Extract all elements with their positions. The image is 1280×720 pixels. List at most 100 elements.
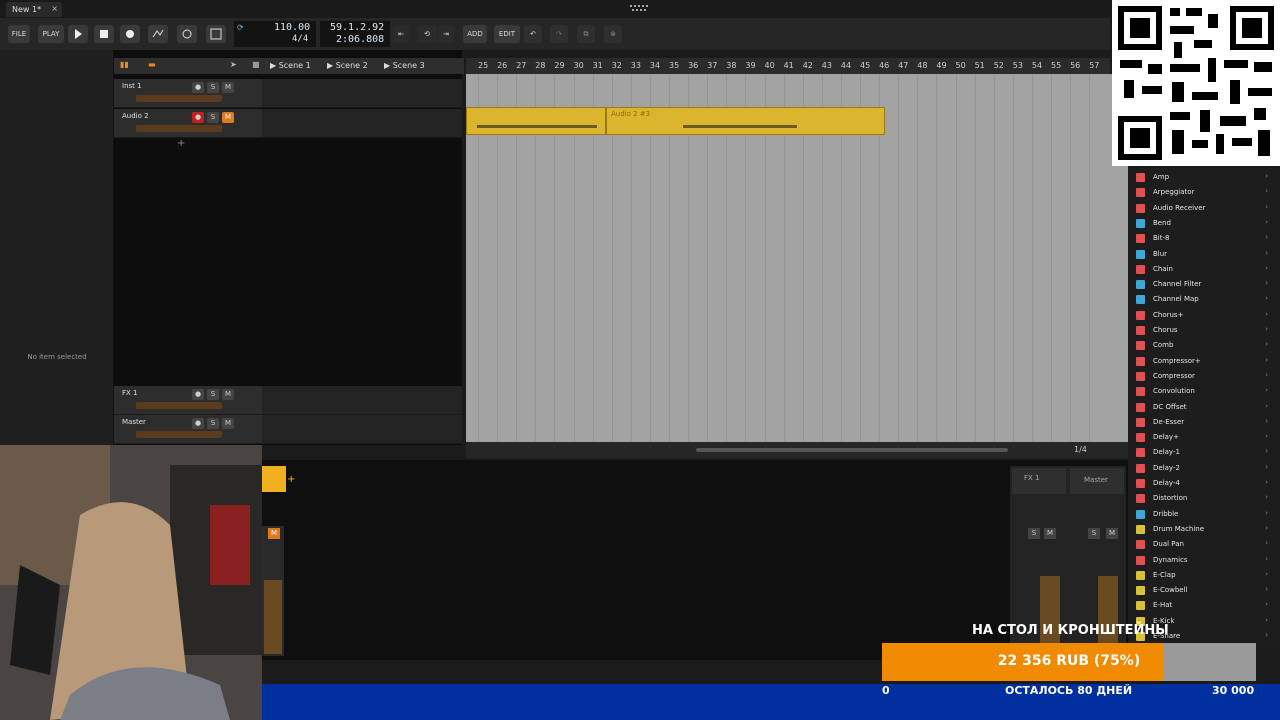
browser-item[interactable]: Delay-1 › <box>1136 445 1276 460</box>
mute-button[interactable]: M <box>222 112 234 123</box>
browser-item[interactable]: Blur › <box>1136 247 1276 262</box>
browser-item[interactable]: Delay-4 › <box>1136 476 1276 491</box>
scene-3[interactable]: ▶ Scene 3 <box>384 61 425 70</box>
browser-item[interactable]: Channel Filter › <box>1136 277 1276 292</box>
volume-slider[interactable] <box>136 431 222 438</box>
tab-new-1[interactable]: New 1* × <box>6 2 62 17</box>
arm-button[interactable]: ● <box>192 418 204 429</box>
redo-button[interactable]: ↷ <box>550 25 568 43</box>
fx-1-header[interactable]: FX 1 <box>1012 468 1066 494</box>
solo-button[interactable]: S <box>1088 528 1100 539</box>
volume-slider[interactable] <box>136 125 222 132</box>
track-fx-1[interactable]: FX 1 ● S M <box>114 386 262 415</box>
delete-button[interactable]: ⊗ <box>604 25 622 43</box>
audio-clip[interactable] <box>466 107 606 135</box>
tempo-value[interactable]: 110.00 <box>274 22 310 33</box>
browser-item[interactable]: DC Offset › <box>1136 400 1276 415</box>
stop-button[interactable] <box>94 25 114 43</box>
browser-item[interactable]: E-Cowbell › <box>1136 583 1276 598</box>
browser-item[interactable]: Compressor › <box>1136 369 1276 384</box>
play-button[interactable] <box>68 25 88 43</box>
horizontal-scrollbar[interactable] <box>696 448 1008 452</box>
add-button[interactable]: ADD <box>463 25 487 43</box>
browser-item[interactable]: Chorus › <box>1136 323 1276 338</box>
browser-item[interactable]: Arpeggiator › <box>1136 185 1276 200</box>
mute-button[interactable]: M <box>222 82 234 93</box>
track-audio-2[interactable]: Audio 2 ● S M <box>114 109 262 138</box>
volume-slider[interactable] <box>136 95 222 102</box>
browser-item[interactable]: Dynamics › <box>1136 553 1276 568</box>
overdub-button[interactable] <box>177 25 197 43</box>
browser-item[interactable]: Bit-8 › <box>1136 231 1276 246</box>
clip-slots-audio-2[interactable] <box>262 109 462 138</box>
master-header[interactable]: Master <box>1070 468 1124 494</box>
track-name[interactable]: Audio 2 <box>122 112 149 120</box>
browser-item[interactable]: Comb › <box>1136 338 1276 353</box>
copy-button[interactable]: ⧉ <box>577 25 595 43</box>
solo-button[interactable]: S <box>1028 528 1040 539</box>
track-name[interactable]: Master <box>122 418 146 426</box>
arrangement-area[interactable]: Audio 2 #3 <box>466 74 1128 442</box>
browser-item[interactable]: Bend › <box>1136 216 1276 231</box>
volume-slider[interactable] <box>136 402 222 409</box>
audio-clip[interactable]: Audio 2 #3 <box>606 107 885 135</box>
browser-item[interactable]: De-Esser › <box>1136 415 1276 430</box>
mute-button[interactable]: M <box>1044 528 1056 539</box>
mute-button[interactable]: M <box>222 389 234 400</box>
solo-button[interactable]: S <box>207 418 219 429</box>
undo-button[interactable]: ↶ <box>524 25 542 43</box>
clip-slots-master[interactable] <box>262 415 462 444</box>
arm-button[interactable]: ● <box>192 112 204 123</box>
browser-item[interactable]: E-Clap › <box>1136 568 1276 583</box>
add-icon[interactable]: + <box>287 474 295 485</box>
stop-all-icon[interactable]: ■ <box>252 60 260 69</box>
play-mode-button[interactable]: PLAY <box>38 25 64 43</box>
file-button[interactable]: FILE <box>8 25 30 43</box>
tempo-display[interactable]: ⟳ 110.00 4/4 <box>234 21 316 47</box>
grip-icon[interactable] <box>630 4 650 14</box>
track-master[interactable]: Master ● S M <box>114 415 262 444</box>
mute-button[interactable]: M <box>268 528 280 539</box>
arm-button[interactable]: ● <box>192 82 204 93</box>
scene-1[interactable]: ▶ Scene 1 <box>270 61 311 70</box>
track-inst-1[interactable]: Inst 1 ● S M <box>114 79 262 108</box>
position-display[interactable]: 59.1.2.92 2:06.808 <box>320 21 390 47</box>
punch-in-button[interactable]: ⇤ <box>393 25 409 43</box>
track-strip[interactable]: M <box>262 526 284 656</box>
pointer-icon[interactable]: ➤ <box>230 60 237 69</box>
browser-item[interactable]: Chorus+ › <box>1136 308 1276 323</box>
browser-item[interactable]: Delay+ › <box>1136 430 1276 445</box>
solo-button[interactable]: S <box>207 82 219 93</box>
solo-button[interactable]: S <box>207 389 219 400</box>
browser-item[interactable]: Compressor+ › <box>1136 354 1276 369</box>
time-signature[interactable]: 4/4 <box>292 34 308 44</box>
edit-button[interactable]: EDIT <box>494 25 520 43</box>
browser-item[interactable]: Delay-2 › <box>1136 461 1276 476</box>
mute-button[interactable]: M <box>1106 528 1118 539</box>
grid-resolution[interactable]: 1/4 <box>1074 445 1087 454</box>
timeline-ruler[interactable]: 25 26 27 28 29 30 31 32 33 34 35 36 37 38 39 40 41 42 43 44… <box>466 58 1110 74</box>
clip-launcher-icon[interactable]: ▮▮ <box>120 60 129 69</box>
arranger-icon[interactable]: ▬ <box>148 60 156 69</box>
scene-2[interactable]: ▶ Scene 2 <box>327 61 368 70</box>
automation-button[interactable] <box>148 25 168 43</box>
browser-item[interactable]: Chain › <box>1136 262 1276 277</box>
browser-item[interactable]: Audio Receiver › <box>1136 201 1276 216</box>
add-track-icon[interactable]: + <box>177 138 185 149</box>
browser-item[interactable]: Channel Map › <box>1136 292 1276 307</box>
arm-button[interactable]: ● <box>192 389 204 400</box>
browser-item[interactable]: Amp › <box>1136 170 1276 185</box>
clip-slots-inst-1[interactable] <box>262 79 462 108</box>
browser-item[interactable]: E-Hat › <box>1136 598 1276 613</box>
solo-button[interactable]: S <box>207 112 219 123</box>
clip-slots-fx-1[interactable] <box>262 386 462 415</box>
mute-button[interactable]: M <box>222 418 234 429</box>
loop-button[interactable]: ⟲ <box>417 25 437 43</box>
browser-item[interactable]: Distortion › <box>1136 491 1276 506</box>
tempo-sync-icon[interactable]: ⟳ <box>237 23 244 32</box>
record-button[interactable] <box>120 25 140 43</box>
punch-out-button[interactable]: ⇥ <box>438 25 454 43</box>
browser-item[interactable]: Dual Pan › <box>1136 537 1276 552</box>
browser-item[interactable]: Drum Machine › <box>1136 522 1276 537</box>
close-icon[interactable]: × <box>51 4 58 13</box>
